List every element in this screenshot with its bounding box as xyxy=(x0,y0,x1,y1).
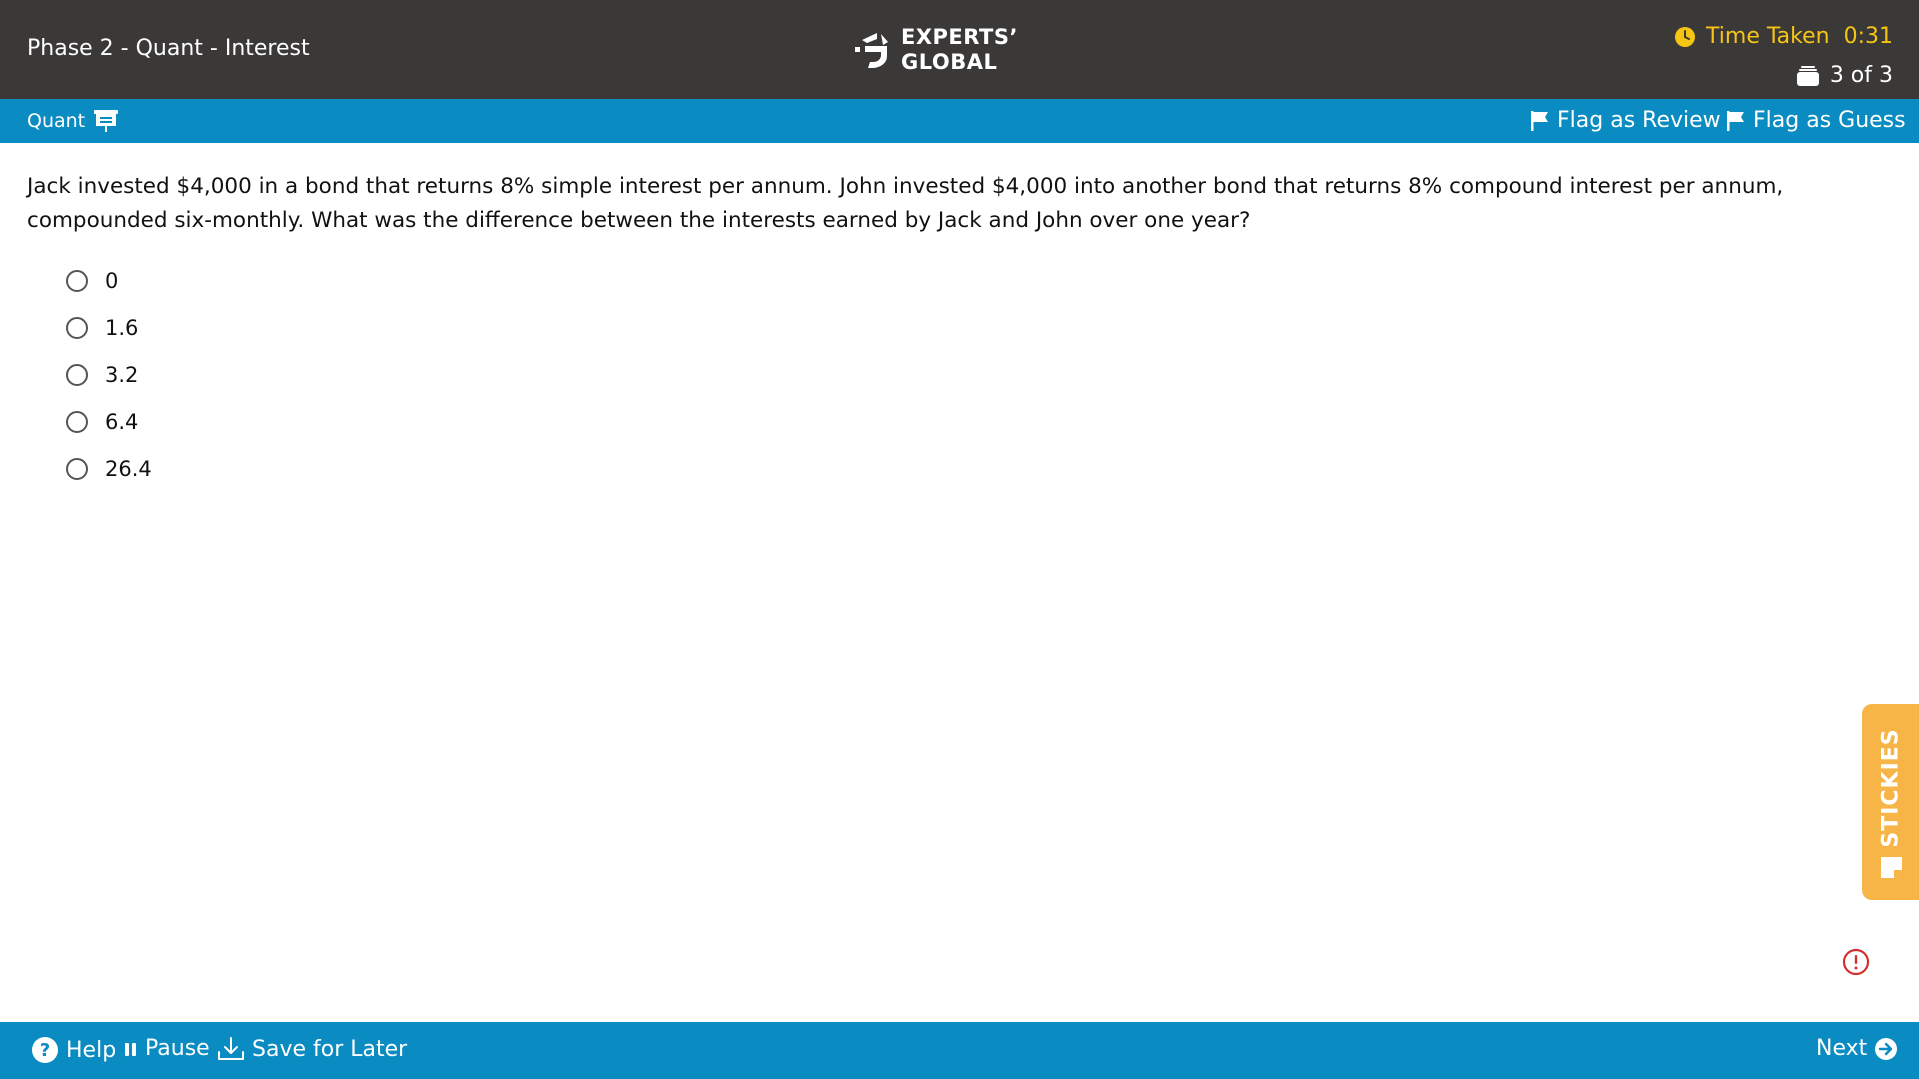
stickies-tab[interactable]: STICKIES xyxy=(1862,704,1919,900)
bottom-toolbar: ? Help Pause Save for Later Next xyxy=(0,1022,1919,1079)
next-label: Next xyxy=(1816,1036,1868,1061)
option-label: 6.4 xyxy=(105,409,139,434)
report-error-icon[interactable] xyxy=(1842,948,1870,976)
radio-button[interactable] xyxy=(66,410,88,433)
flag-as-guess-button[interactable]: Flag as Guess xyxy=(1726,108,1906,133)
logo-mark-icon xyxy=(855,33,888,68)
time-taken-label: Time Taken xyxy=(1706,24,1830,49)
radio-button[interactable] xyxy=(66,269,88,292)
question-counter: 3 of 3 xyxy=(1796,63,1893,88)
radio-button[interactable] xyxy=(66,316,88,339)
section-name: Quant xyxy=(27,110,86,132)
radio-button[interactable] xyxy=(66,457,88,480)
flag-as-review-button[interactable]: Flag as Review xyxy=(1530,108,1721,133)
radio-button[interactable] xyxy=(66,363,88,386)
time-taken: Time Taken 0:31 xyxy=(1674,24,1893,49)
question-stack-icon xyxy=(1796,65,1819,86)
next-arrow-icon xyxy=(1875,1037,1898,1060)
help-button[interactable]: ? Help xyxy=(31,1036,116,1064)
svg-text:?: ? xyxy=(40,1040,50,1061)
pause-label: Pause xyxy=(145,1036,210,1061)
time-taken-value: 0:31 xyxy=(1843,24,1893,49)
test-title: Phase 2 - Quant - Interest xyxy=(27,36,310,61)
top-header: Phase 2 - Quant - Interest EXPERTS’ GLOB… xyxy=(0,0,1919,99)
experts-global-logo: EXPERTS’ GLOBAL xyxy=(853,25,1018,75)
help-icon: ? xyxy=(32,1037,58,1063)
next-button[interactable]: Next xyxy=(1816,1036,1898,1061)
question-text: Jack invested $4,000 in a bond that retu… xyxy=(27,174,1784,233)
logo-text-line1: EXPERTS’ xyxy=(901,25,1018,49)
logo-text-line2: GLOBAL xyxy=(901,50,998,74)
option-label: 0 xyxy=(105,268,119,293)
download-icon xyxy=(218,1037,244,1060)
sticky-note-icon xyxy=(1881,857,1902,878)
clock-icon xyxy=(1675,26,1696,47)
help-label: Help xyxy=(66,1037,117,1063)
pause-icon xyxy=(125,1042,136,1056)
flag-icon xyxy=(1727,110,1744,131)
answer-option-a[interactable]: 0 xyxy=(66,257,152,304)
pause-button[interactable]: Pause xyxy=(124,1036,210,1061)
question-counter-text: 3 of 3 xyxy=(1829,63,1893,88)
test-page: Phase 2 - Quant - Interest EXPERTS’ GLOB… xyxy=(0,0,1919,1079)
option-label: 26.4 xyxy=(105,456,152,481)
flag-as-review-label: Flag as Review xyxy=(1557,108,1721,133)
option-label: 3.2 xyxy=(105,362,139,387)
whiteboard-icon[interactable] xyxy=(93,108,119,134)
answer-option-d[interactable]: 6.4 xyxy=(66,398,152,445)
flag-icon xyxy=(1531,110,1548,131)
answer-options: 0 1.6 3.2 6.4 26.4 xyxy=(66,257,152,492)
answer-option-b[interactable]: 1.6 xyxy=(66,304,152,351)
save-for-later-button[interactable]: Save for Later xyxy=(217,1036,407,1062)
answer-option-c[interactable]: 3.2 xyxy=(66,351,152,398)
save-for-later-label: Save for Later xyxy=(252,1036,408,1062)
section-bar: Quant Flag as Review Flag as Guess xyxy=(0,99,1919,143)
answer-option-e[interactable]: 26.4 xyxy=(66,445,152,492)
option-label: 1.6 xyxy=(105,315,139,340)
flag-as-guess-label: Flag as Guess xyxy=(1753,108,1906,133)
stickies-label: STICKIES xyxy=(1878,728,1903,848)
